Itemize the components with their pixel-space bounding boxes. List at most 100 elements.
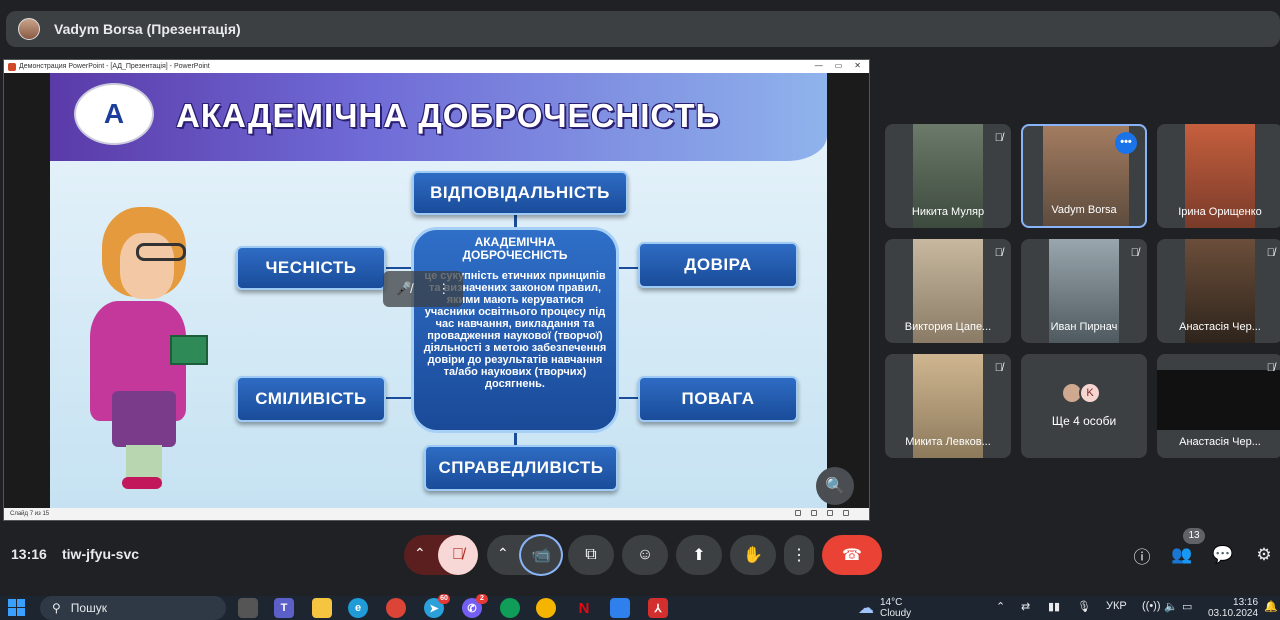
language-indicator[interactable]: УКР bbox=[1106, 600, 1127, 612]
mic-off-icon: 🎙̸ bbox=[994, 132, 1003, 144]
telegram-icon[interactable]: ➤ 60 bbox=[424, 594, 450, 618]
more-participants-label: Ще 4 особи bbox=[1051, 414, 1117, 428]
zoom-in-icon: 🔍 bbox=[825, 478, 845, 495]
chevron-up-icon[interactable]: ⌃ bbox=[497, 545, 509, 562]
captions-button[interactable]: ⧉ bbox=[568, 535, 614, 575]
mic-control-group: ⌃ 🎙̸ bbox=[404, 535, 478, 575]
participant-video bbox=[1157, 370, 1280, 430]
participant-tile[interactable]: 🎙̸ Анастасія Чер... bbox=[1157, 354, 1280, 458]
definition-title: АКАДЕМІЧНА ДОБРОЧЕСНІСТЬ bbox=[462, 235, 568, 262]
ppt-window-title: Демонстрация PowerPoint - [АД_Презентаці… bbox=[19, 63, 210, 70]
chrome-profile-icon[interactable] bbox=[536, 598, 556, 618]
ppt-titlebar: Демонстрация PowerPoint - [АД_Презентаці… bbox=[4, 60, 869, 73]
participant-tile[interactable]: ••• Vadym Borsa bbox=[1021, 124, 1147, 228]
chrome-icon[interactable] bbox=[386, 598, 406, 618]
chevron-up-icon[interactable]: ⌃ bbox=[414, 545, 426, 562]
battery-icon[interactable]: ▭ bbox=[1182, 600, 1192, 613]
camera-toggle-button[interactable]: 📹 bbox=[519, 534, 563, 576]
slideshow-icon[interactable] bbox=[843, 510, 849, 516]
taskview-icon[interactable] bbox=[238, 598, 258, 618]
meeting-code: tiw-jfyu-svc bbox=[62, 546, 140, 562]
weather-description: Cloudy bbox=[880, 608, 912, 619]
value-box-responsibility: ВІДПОВІДАЛЬНІСТЬ bbox=[412, 171, 628, 215]
participant-name: Виктория Цапе... bbox=[904, 321, 992, 333]
netflix-icon[interactable]: N bbox=[574, 598, 594, 618]
file-explorer-icon[interactable] bbox=[312, 598, 332, 618]
minimize-button[interactable]: — bbox=[815, 61, 823, 70]
emoji-icon: ☺ bbox=[636, 546, 654, 563]
chat-icon: 💬 bbox=[1212, 545, 1234, 564]
photos-icon[interactable] bbox=[610, 598, 630, 618]
participant-tile[interactable]: 🎙̸ Виктория Цапе... bbox=[885, 239, 1011, 343]
mic-off-icon: 🎙̸ bbox=[1130, 247, 1139, 259]
present-icon: ⬆ bbox=[692, 547, 706, 564]
participant-tile[interactable]: 🎙̸ Иван Пирнач bbox=[1021, 239, 1147, 343]
meeting-info-button[interactable]: ⓘ bbox=[1132, 545, 1152, 567]
participant-tile[interactable]: 🎙̸ Никита Муляр bbox=[885, 124, 1011, 228]
present-button[interactable]: ⬆ bbox=[676, 535, 722, 575]
mic-off-icon: 🎙̸ bbox=[1266, 362, 1275, 374]
participant-tile[interactable]: Ірина Орищенко bbox=[1157, 124, 1280, 228]
presenter-muted-overlay: 🎤̸ ⋮ bbox=[383, 271, 463, 307]
presenter-name: Vadym Borsa (Презентація) bbox=[54, 21, 241, 37]
mic-off-icon: 🎙̸ bbox=[452, 546, 464, 563]
academy-logo: A bbox=[74, 83, 154, 145]
participant-name: Иван Пирнач bbox=[1050, 321, 1118, 333]
tile-more-button[interactable]: ••• bbox=[1115, 132, 1137, 154]
raise-hand-button[interactable]: ✋ bbox=[730, 535, 776, 575]
maximize-button[interactable]: ▭ bbox=[835, 61, 843, 70]
more-icon[interactable]: ⋮ bbox=[437, 281, 450, 297]
viber-icon[interactable]: ✆ 2 bbox=[462, 594, 488, 618]
teams-icon[interactable]: T bbox=[274, 598, 294, 618]
start-button[interactable] bbox=[8, 599, 26, 617]
participant-tile[interactable]: 🎙̸ Анастасія Чер... bbox=[1157, 239, 1280, 343]
clock-time: 13:16 bbox=[1233, 597, 1259, 608]
taskbar-search[interactable]: ⚲ Пошук bbox=[40, 596, 226, 620]
wifi-icon[interactable]: ((•)) bbox=[1142, 600, 1161, 612]
mic-off-icon: 🎙̸ bbox=[1266, 247, 1275, 259]
camera-icon: 📹 bbox=[531, 547, 551, 564]
mic-toggle-button[interactable]: 🎙̸ bbox=[438, 535, 478, 575]
taskbar: ⚲ Пошук T e ➤ 60 ✆ 2 N ⅄ ☁ 14°C Cloudy ⌃ ⇄… bbox=[0, 594, 1280, 620]
connector-line bbox=[383, 397, 413, 399]
more-options-button[interactable]: ⋮ bbox=[784, 535, 814, 575]
normal-view-icon[interactable] bbox=[795, 510, 801, 516]
weather-temperature: 14°C bbox=[880, 597, 903, 608]
sync-icon[interactable]: ⇄ bbox=[1021, 600, 1030, 613]
acrobat-icon[interactable]: ⅄ bbox=[648, 598, 668, 618]
phone-hangup-icon: ☎ bbox=[842, 547, 862, 564]
value-box-trust: ДОВІРА bbox=[638, 242, 798, 288]
close-button[interactable]: ✕ bbox=[854, 61, 861, 70]
more-participants-tile[interactable]: K Ще 4 особи bbox=[1021, 354, 1147, 458]
participant-tile[interactable]: 🎙̸ Микита Левков... bbox=[885, 354, 1011, 458]
search-placeholder: Пошук bbox=[70, 601, 107, 615]
microphone-icon[interactable]: 🎙 bbox=[1077, 600, 1091, 613]
audio-levels-icon[interactable]: ▮▮ bbox=[1048, 600, 1060, 613]
people-button[interactable]: 👥 bbox=[1171, 545, 1192, 565]
search-icon: ⚲ bbox=[52, 601, 61, 615]
chrome-profile-icon[interactable] bbox=[500, 598, 520, 618]
activities-button[interactable]: ⚙ bbox=[1254, 545, 1274, 565]
captions-icon: ⧉ bbox=[585, 546, 597, 563]
teacher-illustration-skirt bbox=[112, 391, 176, 447]
participant-name: Микита Левков... bbox=[905, 436, 991, 448]
zoom-in-button[interactable]: 🔍 bbox=[816, 467, 854, 505]
weather-widget[interactable]: ☁ 14°C Cloudy bbox=[858, 597, 911, 619]
chevron-up-icon[interactable]: ⌃ bbox=[996, 600, 1005, 613]
value-box-respect: ПОВАГА bbox=[638, 376, 798, 422]
reading-view-icon[interactable] bbox=[827, 510, 833, 516]
speaker-muted-icon[interactable]: 🔈 bbox=[1164, 600, 1178, 613]
connector-line bbox=[383, 267, 413, 269]
slide-sorter-icon[interactable] bbox=[811, 510, 817, 516]
more-icon: ⋮ bbox=[791, 547, 807, 564]
emoji-button[interactable]: ☺ bbox=[622, 535, 668, 575]
info-icon: ⓘ bbox=[1133, 547, 1151, 567]
value-box-justice: СПРАВЕДЛИВІСТЬ bbox=[424, 445, 618, 491]
notifications-icon[interactable]: 🔔 bbox=[1264, 600, 1278, 613]
viber-badge: 2 bbox=[476, 594, 488, 604]
chat-button[interactable]: 💬 bbox=[1212, 545, 1234, 565]
end-call-button[interactable]: ☎ bbox=[822, 535, 882, 575]
telegram-badge: 60 bbox=[438, 594, 450, 604]
edge-icon[interactable]: e bbox=[348, 598, 368, 618]
system-clock[interactable]: 13:16 03.10.2024 bbox=[1208, 597, 1258, 619]
